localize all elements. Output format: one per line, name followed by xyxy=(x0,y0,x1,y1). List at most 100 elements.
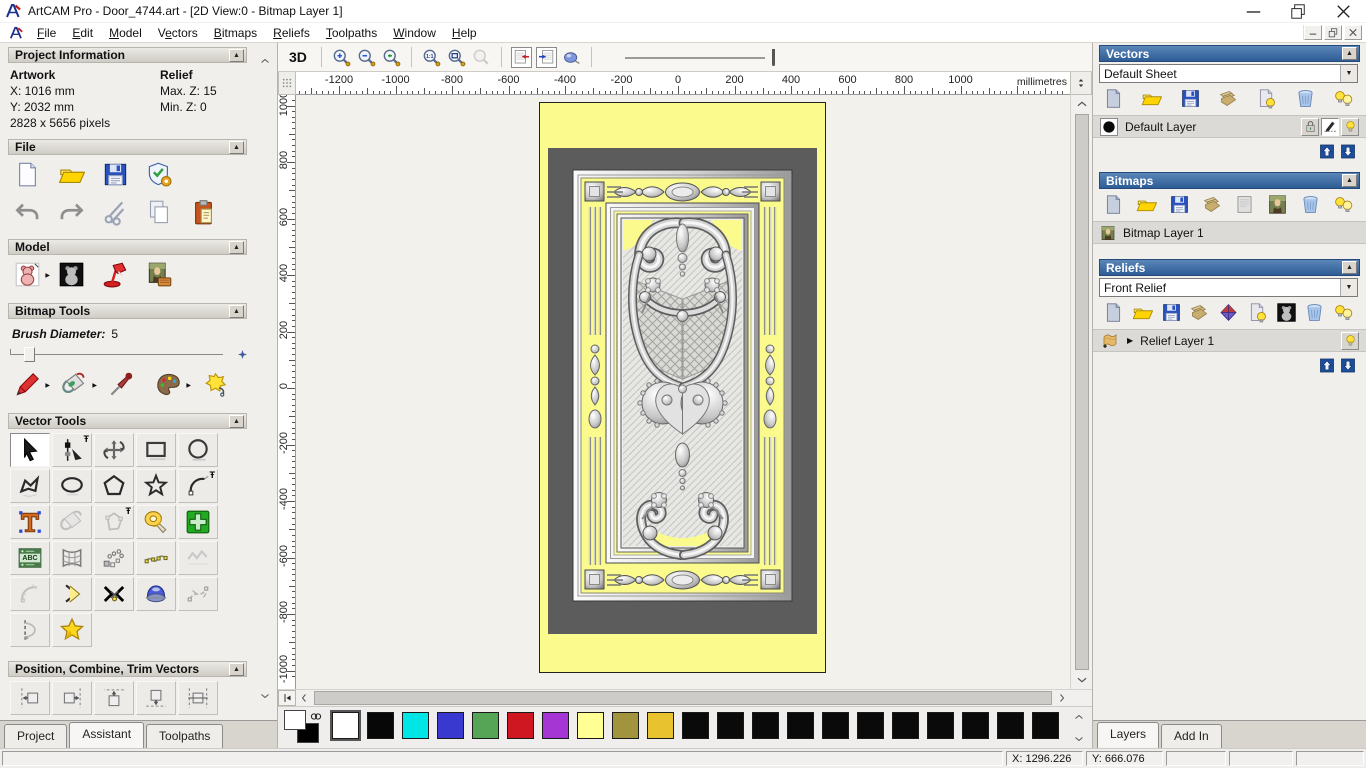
palette-swatch[interactable] xyxy=(472,712,499,739)
scroll-left-button[interactable] xyxy=(296,690,312,706)
chevron-down-icon[interactable] xyxy=(1075,673,1089,687)
palette-swatch[interactable] xyxy=(997,712,1024,739)
palette-swatch[interactable] xyxy=(437,712,464,739)
win-close-icon[interactable] xyxy=(1321,0,1366,23)
vector-sheet-select[interactable]: Default Sheet ▼ xyxy=(1099,64,1358,83)
chevron-right-icon[interactable] xyxy=(1056,692,1068,704)
chevron-down-icon[interactable]: ▼ xyxy=(1340,65,1357,82)
align-top-icon[interactable] xyxy=(94,681,134,715)
relief-select[interactable]: Front Relief ▼ xyxy=(1099,278,1358,297)
align-center-icon[interactable] xyxy=(178,681,218,715)
chevron-up-icon[interactable] xyxy=(1075,97,1089,111)
layer-name[interactable]: Bitmap Layer 1 xyxy=(1123,226,1204,240)
palette-swatch[interactable] xyxy=(682,712,709,739)
measure-tool-icon[interactable] xyxy=(136,505,176,539)
flood-fill-icon[interactable] xyxy=(202,371,229,398)
scroll-tool-button[interactable] xyxy=(278,690,296,706)
align-left-icon[interactable] xyxy=(10,681,50,715)
palette-swatch[interactable] xyxy=(927,712,954,739)
palette-swatch[interactable] xyxy=(962,712,989,739)
doc-bulb-icon[interactable] xyxy=(1256,88,1277,109)
menu-toolpaths[interactable]: Toolpaths xyxy=(318,24,385,43)
units-spinner[interactable] xyxy=(1070,72,1092,95)
vector-layer-row[interactable]: Default Layer xyxy=(1093,115,1366,138)
fit-wave-icon[interactable] xyxy=(178,541,218,575)
collapse-button[interactable]: ▲ xyxy=(229,240,244,254)
bulbs-icon[interactable] xyxy=(1333,302,1354,323)
stack-import-icon[interactable] xyxy=(1218,88,1239,109)
stack-import-icon[interactable] xyxy=(1189,302,1210,323)
sketch-relief-icon[interactable]: ▶ xyxy=(14,261,50,288)
menu-window[interactable]: Window xyxy=(385,24,444,43)
zoom-object-icon[interactable] xyxy=(446,47,467,68)
zoom-1to1-icon[interactable]: 1:1 xyxy=(421,47,442,68)
chevron-down-icon[interactable]: ▼ xyxy=(1340,279,1357,296)
tab-add-in[interactable]: Add In xyxy=(1161,724,1222,748)
layer-name[interactable]: Relief Layer 1 xyxy=(1140,334,1214,348)
undo-icon[interactable] xyxy=(14,199,41,226)
collapse-button[interactable]: ▲ xyxy=(229,662,244,676)
spin-updown-icon[interactable] xyxy=(1075,75,1087,91)
preview-relief-icon[interactable] xyxy=(561,47,582,68)
zoom-out-icon[interactable] xyxy=(356,47,377,68)
bitmap-layer-row[interactable]: Bitmap Layer 1 xyxy=(1093,221,1366,244)
palette-swatch[interactable] xyxy=(402,712,429,739)
flyout-arrow-icon[interactable]: ▶ xyxy=(186,382,191,389)
copy-icon[interactable] xyxy=(146,199,173,226)
trim-vectors-icon[interactable] xyxy=(94,577,134,611)
create-polyline-icon[interactable] xyxy=(10,469,50,503)
palette-swatch[interactable] xyxy=(367,712,394,739)
greyscale-doc-icon[interactable] xyxy=(1276,302,1297,323)
collapse-button[interactable]: ▲ xyxy=(229,140,244,154)
palette-swatch[interactable] xyxy=(787,712,814,739)
tab-toolpaths[interactable]: Toolpaths xyxy=(146,724,224,748)
zoom-previous-icon[interactable] xyxy=(381,47,402,68)
zoom-drawing-icon[interactable] xyxy=(471,47,492,68)
lock-button[interactable] xyxy=(1301,117,1319,136)
vertical-scroll-thumb[interactable] xyxy=(1074,114,1089,670)
layer-name[interactable]: Default Layer xyxy=(1125,120,1196,134)
new-model-icon[interactable] xyxy=(14,161,41,188)
envelope-gray-icon[interactable]: Ŧ xyxy=(94,505,134,539)
bulb-button[interactable] xyxy=(1341,331,1359,350)
doc-bulb-icon[interactable] xyxy=(1247,302,1268,323)
collapse-button[interactable]: ▲ xyxy=(229,48,244,62)
block-cross-icon[interactable] xyxy=(178,505,218,539)
fit-arc-icon[interactable] xyxy=(10,577,50,611)
menu-reliefs[interactable]: Reliefs xyxy=(265,24,318,43)
panel-scroll-down[interactable] xyxy=(258,690,272,702)
trash-icon[interactable] xyxy=(1295,88,1316,109)
open-file-icon[interactable] xyxy=(1141,88,1163,109)
bulb-button[interactable] xyxy=(1341,117,1359,136)
mdi-close-icon[interactable] xyxy=(1344,25,1362,40)
flyout-arrow-icon[interactable]: ▶ xyxy=(45,272,50,279)
palette-swatch[interactable] xyxy=(892,712,919,739)
sheet-new-icon[interactable] xyxy=(1103,88,1124,109)
palette-scroll[interactable] xyxy=(1072,711,1088,745)
palette-swatch[interactable] xyxy=(507,712,534,739)
flyout-arrow-icon[interactable]: ▶ xyxy=(45,382,50,389)
mirror-vectors-icon[interactable] xyxy=(10,613,50,647)
toggle-bitmap-icon[interactable] xyxy=(510,46,532,68)
sheet-new-icon[interactable] xyxy=(1103,194,1124,215)
create-arc-icon[interactable]: Ŧ xyxy=(178,469,218,503)
redo-icon[interactable] xyxy=(58,199,85,226)
create-ellipse-icon[interactable] xyxy=(52,469,92,503)
horizontal-scroll-thumb[interactable] xyxy=(314,691,1052,705)
save-file-icon[interactable] xyxy=(1180,88,1201,109)
brush-diameter-slider[interactable] xyxy=(10,345,263,365)
collapse-button[interactable]: ▲ xyxy=(229,414,244,428)
align-right-icon[interactable] xyxy=(52,681,92,715)
primary-secondary-colour-chip[interactable] xyxy=(284,710,330,746)
win-restore-icon[interactable] xyxy=(1276,0,1321,23)
relief-combine-icon[interactable] xyxy=(1218,302,1239,323)
scroll-down-button[interactable] xyxy=(1075,673,1089,687)
collapse-button[interactable]: ▲ xyxy=(1342,261,1357,274)
save-file-icon[interactable] xyxy=(1169,194,1190,215)
menu-edit[interactable]: Edit xyxy=(64,24,101,43)
primary-colour[interactable] xyxy=(284,710,306,730)
open-file-icon[interactable] xyxy=(1132,302,1153,323)
colour-palette-icon[interactable]: ▶ xyxy=(155,371,191,398)
model-properties-icon[interactable] xyxy=(146,161,173,188)
canvas-viewport[interactable] xyxy=(296,95,1070,689)
